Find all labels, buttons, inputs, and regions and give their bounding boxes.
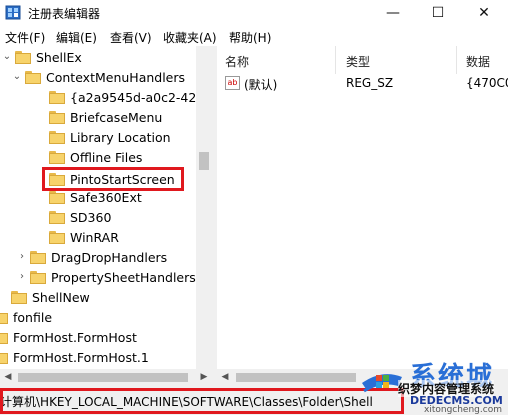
window-title: 注册表编辑器 <box>28 7 101 21</box>
highlight-status-path <box>0 388 404 414</box>
folder-icon <box>49 231 65 244</box>
menu-file[interactable]: 文件(F) <box>5 29 45 46</box>
folder-icon <box>49 191 65 204</box>
column-divider[interactable] <box>456 46 457 74</box>
tree-vertical-scrollbar[interactable] <box>196 46 212 369</box>
minimize-button[interactable]: — <box>370 0 416 26</box>
tree-scroll-thumb[interactable] <box>199 152 209 170</box>
tree-node-label: DragDropHandlers <box>51 250 168 265</box>
tree-node-label: fonfile <box>13 310 53 325</box>
maximize-button[interactable]: ☐ <box>415 0 461 26</box>
tree-node-label: Offline Files <box>70 150 143 165</box>
highlight-pintostartscreen <box>42 167 184 191</box>
watermark-url-secondary: xitongcheng.com <box>424 405 502 415</box>
value-type: REG_SZ <box>346 76 394 90</box>
tree-node-label: ContextMenuHandlers <box>46 70 186 85</box>
menu-view[interactable]: 查看(V) <box>110 29 152 46</box>
folder-icon <box>49 211 65 224</box>
values-list[interactable]: 名称 类型 数据 ab (默认) REG_SZ {470C0 <box>217 46 508 369</box>
chevron-right-icon[interactable]: › <box>17 252 27 262</box>
folder-icon <box>49 111 65 124</box>
scroll-right-arrow-icon[interactable]: ▶ <box>196 369 212 386</box>
folder-icon <box>49 131 65 144</box>
scroll-left-arrow-icon[interactable]: ◀ <box>217 369 233 386</box>
folder-icon <box>49 91 65 104</box>
tree-node-label: FormHost.FormHost <box>13 330 137 345</box>
folder-icon <box>30 271 46 284</box>
chevron-down-icon[interactable]: ⌄ <box>12 72 22 82</box>
column-divider[interactable] <box>335 46 336 74</box>
folder-icon <box>15 51 31 64</box>
folder-icon <box>49 151 65 164</box>
menu-edit[interactable]: 编辑(E) <box>56 29 97 46</box>
tree-node-label: WinRAR <box>70 230 119 245</box>
tree-node-label: PropertySheetHandlers <box>51 270 196 285</box>
tree-node-label: FormHost.FormHost.1 <box>13 350 149 365</box>
column-header-data[interactable]: 数据 <box>466 53 490 70</box>
chevron-down-icon[interactable]: ⌄ <box>2 52 12 62</box>
tree-node-label: {a2a9545d-a0c2-42b4 <box>70 90 212 105</box>
chevron-right-icon[interactable]: › <box>17 272 27 282</box>
column-header-name[interactable]: 名称 <box>225 53 249 70</box>
registry-tree[interactable]: ⌄ ShellEx ⌄ ContextMenuHandlers {a2a9545… <box>0 46 212 369</box>
title-bar: 注册表编辑器 — ☐ ✕ <box>0 0 508 26</box>
folder-icon <box>0 311 8 324</box>
list-hscroll-thumb[interactable] <box>236 373 356 382</box>
value-data: {470C0 <box>466 76 508 90</box>
regedit-app-icon <box>5 5 21 20</box>
tree-node-label: BriefcaseMenu <box>70 110 163 125</box>
value-name[interactable]: (默认) <box>244 76 277 93</box>
folder-icon <box>11 291 27 304</box>
scroll-left-arrow-icon[interactable]: ◀ <box>0 369 16 386</box>
menu-favorites[interactable]: 收藏夹(A) <box>163 29 217 46</box>
menu-bar: 文件(F) 编辑(E) 查看(V) 收藏夹(A) 帮助(H) <box>0 26 508 46</box>
tree-node-label: ShellNew <box>32 290 90 305</box>
folder-icon <box>0 331 8 344</box>
menu-help[interactable]: 帮助(H) <box>229 29 271 46</box>
tree-node-label: ShellEx <box>36 50 82 65</box>
folder-icon <box>0 351 8 364</box>
column-header-type[interactable]: 类型 <box>346 53 370 70</box>
tree-node-label: Library Location <box>70 130 171 145</box>
tree-node-label: Safe360Ext <box>70 190 142 205</box>
folder-icon <box>25 71 41 84</box>
folder-icon <box>30 251 46 264</box>
tree-node-label: SD360 <box>70 210 112 225</box>
tree-hscroll-thumb[interactable] <box>18 373 188 382</box>
close-button[interactable]: ✕ <box>461 0 507 26</box>
string-value-icon: ab <box>225 76 240 90</box>
